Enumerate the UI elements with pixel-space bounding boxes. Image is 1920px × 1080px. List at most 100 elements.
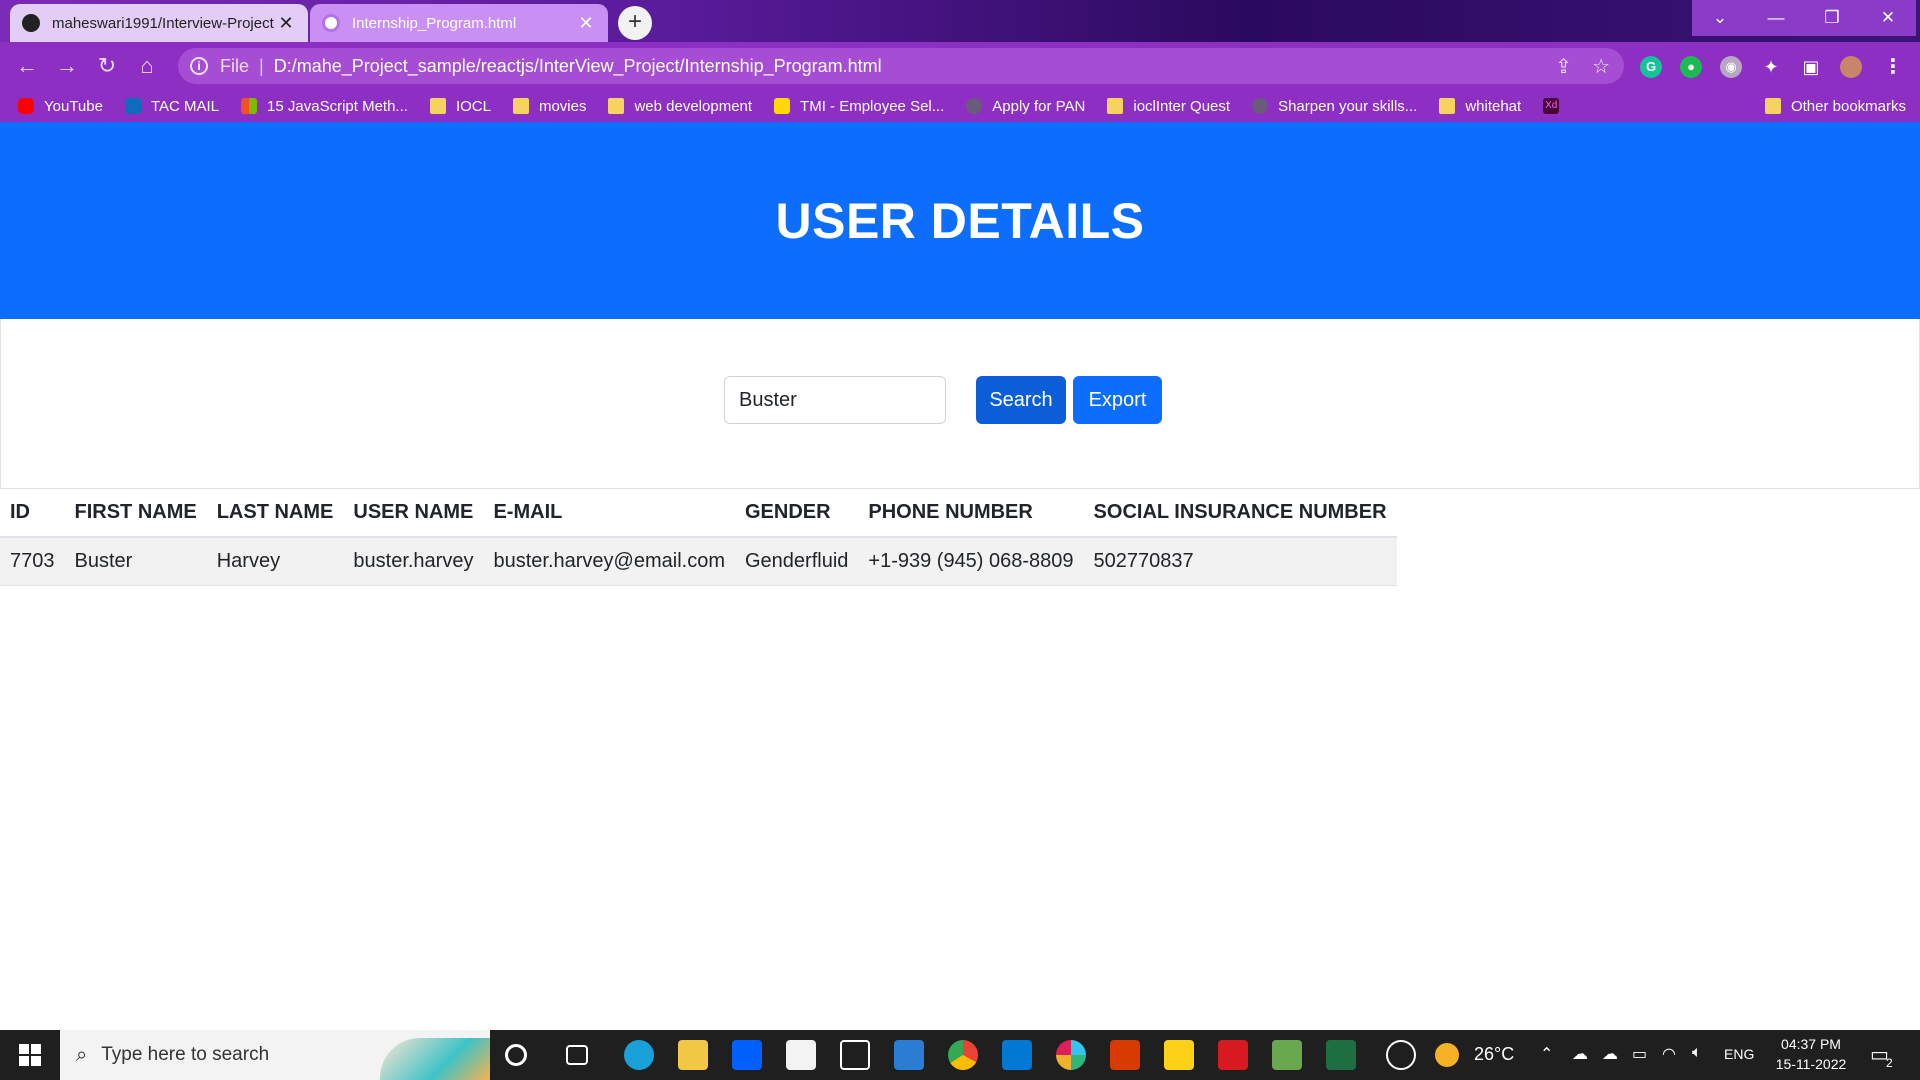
bookmark-apply-pan[interactable]: Apply for PAN — [966, 98, 1085, 115]
bookmark-star-icon[interactable]: ☆ — [1592, 54, 1610, 79]
bookmark-label: Sharpen your skills... — [1278, 97, 1418, 115]
reload-icon[interactable]: ↻ — [92, 52, 122, 82]
other-bookmarks[interactable]: Other bookmarks — [1764, 97, 1906, 115]
excel-icon[interactable] — [1326, 1040, 1356, 1070]
forward-arrow-icon[interactable]: → — [52, 52, 82, 82]
sticky-notes-icon[interactable] — [1164, 1040, 1194, 1070]
tab-search-chevron-down-icon[interactable]: ⌄ — [1692, 0, 1748, 36]
menu-kebab-icon[interactable]: ⋮ — [1882, 56, 1904, 78]
bookmark-movies[interactable]: movies — [512, 97, 587, 115]
office-icon[interactable] — [1110, 1040, 1140, 1070]
info-icon[interactable]: i — [190, 57, 208, 75]
bookmark-tac-mail[interactable]: TAC MAIL — [124, 97, 220, 115]
bookmark-tmi[interactable]: TMI - Employee Sel... — [774, 98, 944, 115]
bookmark-youtube[interactable]: YouTube — [18, 98, 103, 115]
bookmark-sharpen-skills[interactable]: Sharpen your skills... — [1252, 98, 1417, 115]
close-icon[interactable]: ✕ — [576, 13, 596, 34]
file-explorer-icon[interactable] — [678, 1040, 708, 1070]
taskbar-search-placeholder: Type here to search — [101, 1044, 270, 1065]
folder-icon — [429, 98, 446, 114]
dropbox-icon[interactable] — [732, 1040, 762, 1070]
globe-icon — [1252, 98, 1269, 114]
cell-user-name: buster.harvey — [343, 537, 484, 586]
acrobat-icon[interactable] — [1218, 1040, 1248, 1070]
bookmark-label: YouTube — [44, 97, 103, 115]
column-header-last-name: LAST NAME — [206, 489, 344, 538]
cloud-sync-icon[interactable]: ☁ — [1602, 1044, 1618, 1064]
bookmark-javascript[interactable]: 15 JavaScript Meth... — [241, 98, 408, 115]
minimize-button[interactable]: — — [1748, 0, 1804, 36]
cell-gender: Genderfluid — [734, 537, 859, 586]
camera-icon[interactable]: ◉ — [1720, 56, 1742, 78]
side-panel-icon[interactable]: ▣ — [1800, 56, 1822, 78]
bookmark-whitehat[interactable]: whitehat — [1439, 98, 1521, 115]
search-input[interactable] — [724, 376, 946, 424]
cell-email: buster.harvey@email.com — [483, 537, 735, 586]
windows-start-icon[interactable] — [0, 1030, 60, 1080]
bookmark-iocl-inter-quest[interactable]: ioclInter Quest — [1107, 98, 1230, 115]
search-icon: ⌕ — [76, 1043, 88, 1066]
help-icon[interactable] — [1386, 1040, 1416, 1070]
bookmark-iocl[interactable]: IOCL — [429, 98, 491, 115]
tab-github[interactable]: maheswari1991/Interview-Project ✕ — [10, 4, 308, 42]
export-button[interactable]: Export — [1073, 376, 1162, 424]
extension-green-icon[interactable]: ● — [1680, 56, 1702, 78]
system-clock[interactable]: 04:37 PM 15-11-2022 — [1766, 1034, 1856, 1074]
windows-icon — [241, 98, 258, 114]
grammarly-icon[interactable]: G — [1640, 56, 1662, 78]
taskbar: ⌕ Type here to search 26°C ⌃ ☁ ☁ ▭ ◠ 🔈︎ … — [0, 1030, 1920, 1080]
extensions-puzzle-icon[interactable]: ✦ — [1760, 56, 1782, 78]
avatar[interactable] — [1840, 56, 1862, 78]
tmi-icon — [774, 98, 791, 114]
home-icon[interactable]: ⌂ — [132, 52, 162, 82]
url-text[interactable]: D:/mahe_Project_sample/reactjs/InterView… — [274, 56, 882, 77]
tab-internship-program[interactable]: Internship_Program.html ✕ — [310, 4, 608, 42]
close-icon[interactable]: ✕ — [276, 13, 296, 34]
bookmark-label: ioclInter Quest — [1133, 97, 1231, 115]
show-hidden-icons-chevron-icon[interactable]: ⌃ — [1540, 1044, 1553, 1064]
battery-icon[interactable]: ▭ — [1632, 1044, 1647, 1064]
bookmark-label: movies — [538, 97, 587, 115]
column-header-sin: SOCIAL INSURANCE NUMBER — [1083, 489, 1397, 538]
onedrive-icon[interactable]: ☁ — [1572, 1044, 1588, 1064]
wifi-icon[interactable]: ◠ — [1662, 1044, 1676, 1064]
address-bar[interactable]: i File | D:/mahe_Project_sample/reactjs/… — [178, 48, 1624, 84]
bookmark-label: Other bookmarks — [1790, 97, 1906, 115]
scheme-label: File — [220, 55, 250, 76]
github-icon — [22, 14, 40, 32]
vscode-icon[interactable] — [1002, 1040, 1032, 1070]
bookmark-label: Apply for PAN — [992, 97, 1086, 115]
restore-button[interactable]: ❐ — [1804, 0, 1860, 36]
slack-icon[interactable] — [1056, 1040, 1086, 1070]
browser-toolbar: ← → ↻ ⌂ i File | D:/mahe_Project_sample/… — [0, 42, 1920, 90]
volume-icon[interactable]: 🔈︎ — [1692, 1044, 1702, 1062]
mail-icon[interactable] — [894, 1040, 924, 1070]
weather-temperature[interactable]: 26°C — [1474, 1044, 1514, 1065]
microsoft-store-icon[interactable] — [786, 1040, 816, 1070]
browser-tab-strip: maheswari1991/Interview-Project ✕ Intern… — [0, 0, 1920, 42]
folder-icon — [1764, 98, 1781, 114]
cell-id: 7703 — [0, 537, 65, 586]
notepad-icon[interactable] — [1272, 1040, 1302, 1070]
page-title: USER DETAILS — [775, 192, 1145, 249]
language-indicator[interactable]: ENG — [1724, 1046, 1754, 1062]
tab-title: maheswari1991/Interview-Project — [52, 14, 274, 32]
column-header-gender: GENDER — [734, 489, 859, 538]
chrome-icon[interactable] — [948, 1040, 978, 1070]
back-arrow-icon[interactable]: ← — [12, 52, 42, 82]
app-bolt-icon[interactable] — [840, 1040, 870, 1070]
edge-icon[interactable] — [624, 1040, 654, 1070]
cell-phone: +1-939 (945) 068-8809 — [858, 537, 1084, 586]
search-button[interactable]: Search — [976, 376, 1066, 424]
column-header-email: E-MAIL — [483, 489, 735, 538]
bookmark-web-development[interactable]: web development — [608, 98, 752, 115]
task-view-icon[interactable] — [566, 1045, 588, 1065]
cortana-icon[interactable] — [505, 1044, 527, 1066]
bookmark-xd[interactable]: Xd — [1543, 98, 1569, 114]
new-tab-button[interactable]: + — [618, 6, 652, 40]
bookmark-label: TAC MAIL — [150, 97, 220, 115]
close-window-button[interactable]: ✕ — [1860, 0, 1916, 36]
taskbar-search[interactable]: ⌕ Type here to search — [60, 1030, 490, 1080]
cell-last-name: Harvey — [206, 537, 344, 586]
share-icon[interactable]: ⇪ — [1555, 54, 1572, 79]
